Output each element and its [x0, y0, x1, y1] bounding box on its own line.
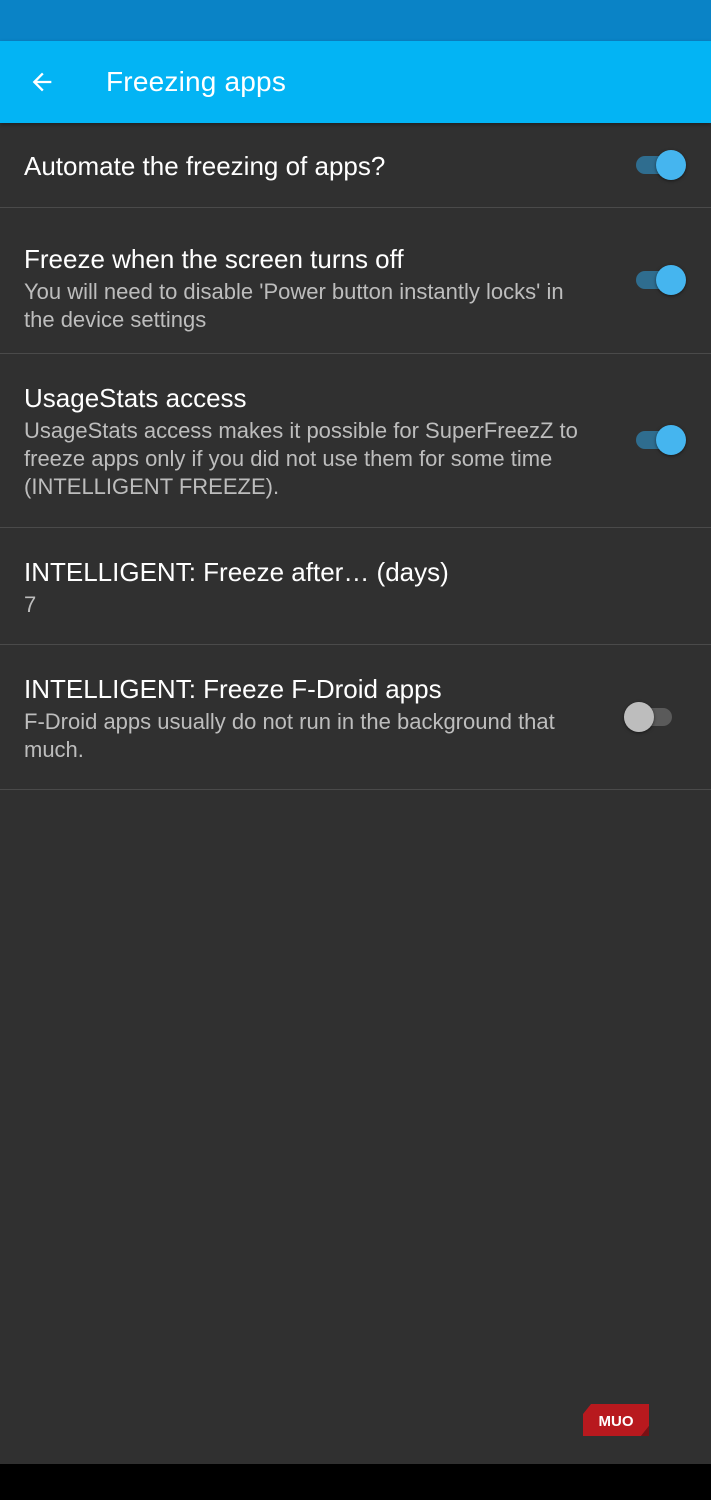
- automate-freezing-switch[interactable]: [636, 145, 686, 185]
- switch-thumb: [624, 702, 654, 732]
- freeze-fdroid-apps-switch[interactable]: [624, 697, 672, 737]
- back-button[interactable]: [14, 54, 70, 110]
- switch-thumb: [656, 425, 686, 455]
- pref-freeze-after-days[interactable]: INTELLIGENT: Freeze after… (days) 7: [0, 528, 711, 645]
- pref-value: 7: [24, 592, 37, 617]
- pref-title: Automate the freezing of apps?: [24, 151, 386, 181]
- settings-list: Automate the freezing of apps? Freeze wh…: [0, 123, 711, 790]
- muo-watermark-logo: MUO: [583, 1404, 649, 1436]
- page-title: Freezing apps: [106, 66, 287, 97]
- pref-freeze-screen-off[interactable]: Freeze when the screen turns off You wil…: [0, 208, 711, 354]
- pref-summary: UsageStats access makes it possible for …: [24, 418, 578, 499]
- pref-title: Freeze when the screen turns off: [24, 244, 404, 274]
- pref-title: INTELLIGENT: Freeze F-Droid apps: [24, 674, 442, 704]
- freeze-screen-off-switch[interactable]: [636, 260, 686, 300]
- navigation-bar: [0, 1464, 711, 1500]
- pref-automate-freezing[interactable]: Automate the freezing of apps?: [0, 123, 711, 208]
- pref-summary: You will need to disable 'Power button i…: [24, 279, 564, 332]
- switch-thumb: [656, 265, 686, 295]
- watermark-text: MUO: [599, 1413, 634, 1430]
- pref-title: UsageStats access: [24, 383, 247, 413]
- app-bar: Freezing apps: [0, 41, 711, 123]
- pref-freeze-fdroid-apps[interactable]: INTELLIGENT: Freeze F-Droid apps F-Droid…: [0, 645, 711, 790]
- arrow-back-icon: [32, 72, 52, 92]
- status-bar: [0, 0, 711, 41]
- usagestats-access-switch[interactable]: [636, 420, 686, 460]
- pref-summary: F-Droid apps usually do not run in the b…: [24, 709, 555, 762]
- pref-title: INTELLIGENT: Freeze after… (days): [24, 557, 449, 587]
- pref-usagestats-access[interactable]: UsageStats access UsageStats access make…: [0, 354, 711, 528]
- switch-thumb: [656, 150, 686, 180]
